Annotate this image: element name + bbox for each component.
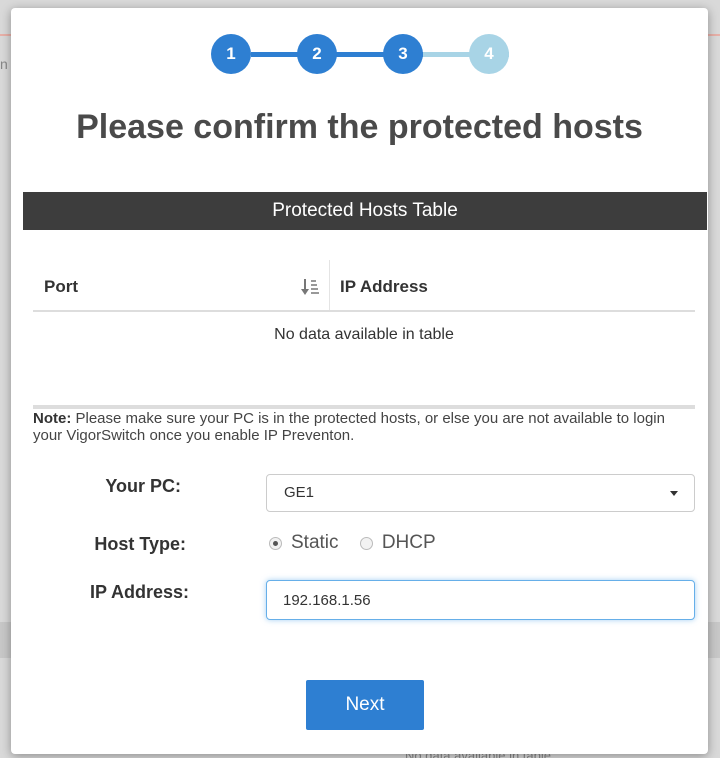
radio-checked-icon[interactable]: [269, 537, 282, 550]
background-text-fragment: n: [0, 56, 8, 72]
your-pc-select[interactable]: GE1: [266, 474, 695, 512]
chevron-down-icon: [670, 491, 678, 496]
your-pc-value: GE1: [284, 484, 315, 501]
confirm-hosts-modal: 1 2 3 4 Please confirm the protected hos…: [11, 8, 708, 754]
column-header-port[interactable]: Port: [44, 260, 78, 310]
background-band-right: [706, 622, 720, 658]
host-type-static-label: Static: [291, 532, 339, 553]
wizard-stepper: 1 2 3 4: [211, 32, 521, 76]
step-3: 3: [383, 34, 423, 74]
host-type-dhcp-radio[interactable]: DHCP: [359, 532, 436, 554]
column-divider: [329, 260, 330, 310]
next-button[interactable]: Next: [306, 680, 424, 730]
table-header-row: Port IP Address: [33, 260, 695, 312]
step-4: 4: [469, 34, 509, 74]
note-divider: [33, 405, 695, 409]
sort-numeric-down-icon[interactable]: [301, 278, 319, 296]
note-text: Note: Please make sure your PC is in the…: [33, 410, 695, 444]
table-empty-message: No data available in table: [274, 326, 454, 343]
host-type-static-radio[interactable]: Static: [269, 532, 339, 554]
step-2: 2: [297, 34, 337, 74]
host-type-radio-group: Static DHCP: [269, 532, 452, 554]
ip-address-input[interactable]: [266, 580, 695, 620]
host-type-label: Host Type:: [94, 534, 186, 554]
page-title: Please confirm the protected hosts: [76, 108, 643, 146]
your-pc-label: Your PC:: [105, 476, 181, 496]
radio-unchecked-icon[interactable]: [359, 537, 373, 550]
host-type-dhcp-label: DHCP: [381, 532, 436, 553]
step-1: 1: [211, 34, 251, 74]
note-label: Note:: [33, 410, 72, 427]
column-header-ip-address[interactable]: IP Address: [340, 260, 428, 310]
ip-address-label: IP Address:: [89, 582, 189, 602]
note-body: Please make sure your PC is in the prote…: [33, 410, 665, 444]
table-caption: Protected Hosts Table: [23, 192, 707, 230]
